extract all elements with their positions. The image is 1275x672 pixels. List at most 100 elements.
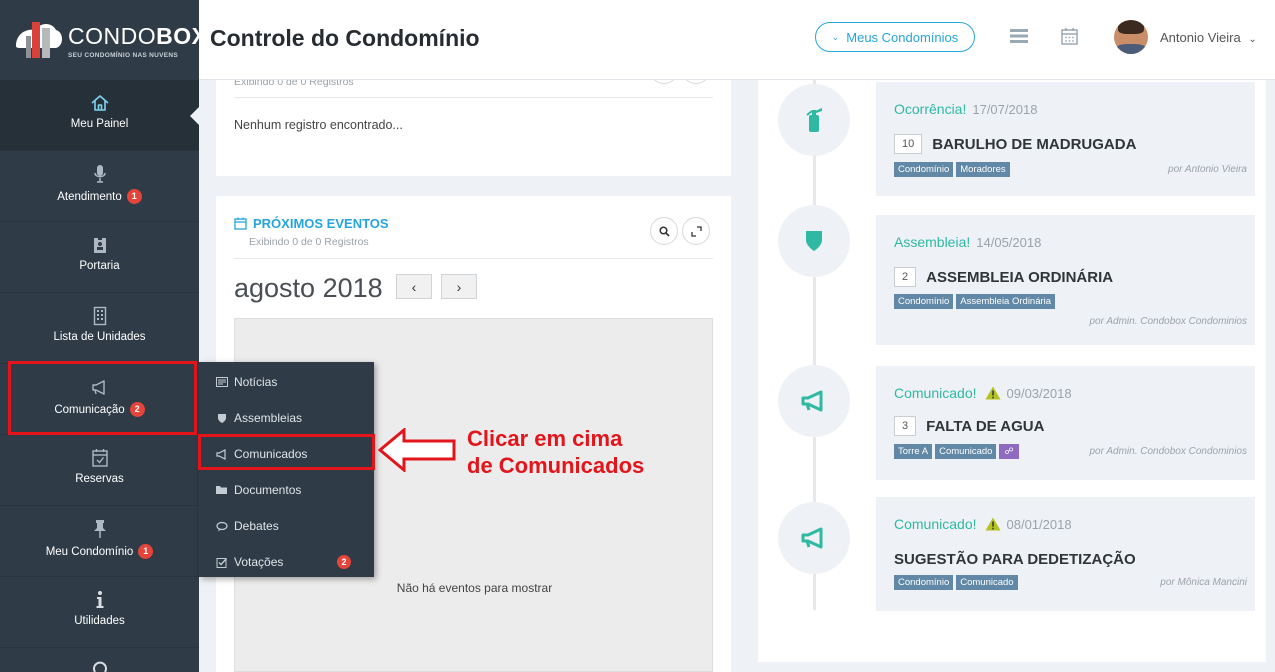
annotation-line: Clicar em cima xyxy=(467,426,623,451)
sidebar-item-portaria[interactable]: Portaria xyxy=(0,222,199,293)
notification-badge: 1 xyxy=(126,189,142,204)
search-icon xyxy=(658,225,670,237)
card-number: 10 xyxy=(894,134,923,154)
card-header: Assembleia! 14/05/2018 xyxy=(894,234,1041,250)
card-kind: Ocorrência! xyxy=(894,101,967,117)
no-events-text: Não há eventos para mostrar xyxy=(396,581,553,595)
page-title: Controle do Condomínio xyxy=(210,25,480,51)
tag[interactable]: Condomínio xyxy=(894,294,954,309)
card-title-text: SUGESTÃO PARA DEDETIZAÇÃO xyxy=(894,551,1136,568)
home-icon xyxy=(90,95,109,111)
sidebar-item-label: Portaria xyxy=(79,260,120,272)
timeline-card[interactable]: Comunicado! 08/01/2018 SUGESTÃO PARA DEDE… xyxy=(876,497,1255,611)
attachment-tag-icon[interactable]: ☍ xyxy=(999,444,1019,459)
card-number: 2 xyxy=(894,267,917,287)
timeline-marker xyxy=(778,502,850,574)
card-title[interactable]: 3 FALTA DE AGUA xyxy=(894,416,1044,436)
highlight-comunicacao xyxy=(8,361,197,435)
card-title[interactable]: 2 ASSEMBLEIA ORDINÁRIA xyxy=(894,267,1113,287)
id-badge-icon xyxy=(93,236,106,253)
tag[interactable]: Assembleia Ordinária xyxy=(956,294,1056,309)
sidebar-item-label: Meu Painel xyxy=(70,118,129,130)
sidebar-item-label: Atendimento xyxy=(57,190,122,203)
card-tags: Condomínio Moradores xyxy=(894,162,1010,177)
microphone-icon xyxy=(93,165,106,183)
user-name: Antonio Vieira xyxy=(1160,30,1241,45)
card-title[interactable]: 10 BARULHO DE MADRUGADA xyxy=(894,134,1136,154)
warning-icon xyxy=(985,517,1000,531)
tag[interactable]: Condomínio xyxy=(894,575,954,590)
divider xyxy=(234,258,713,259)
timeline-card[interactable]: Ocorrência! 17/07/2018 10 BARULHO DE MADRU… xyxy=(876,82,1255,196)
card-tags: Condomínio Comunicado xyxy=(894,575,1018,590)
megaphone-icon xyxy=(801,390,823,412)
shield-icon xyxy=(806,231,822,251)
expand-icon xyxy=(690,225,702,237)
refresh-icon xyxy=(92,661,107,672)
tag[interactable]: Condomínio xyxy=(894,162,954,177)
timeline-marker xyxy=(778,365,850,437)
meus-condominios-label: Meus Condomínios xyxy=(846,29,959,45)
timeline-marker xyxy=(778,205,850,277)
events-title-text: PRÓXIMOS EVENTOS xyxy=(253,216,389,231)
sidebar-item-lista-de-unidades[interactable]: Lista de Unidades xyxy=(0,293,199,364)
sidebar-item-meu-condominio[interactable]: Meu Condomínio 1 xyxy=(0,506,199,577)
timeline-card[interactable]: Comunicado! 09/03/2018 3 FALTA DE AGUA Tor… xyxy=(876,366,1255,480)
chevron-right-icon: › xyxy=(456,278,462,295)
tag[interactable]: Moradores xyxy=(956,162,1010,177)
sidebar-item-atendimento[interactable]: Atendimento 1 xyxy=(0,151,199,222)
list-view-icon[interactable] xyxy=(1010,28,1028,44)
submenu-label: Documentos xyxy=(234,483,302,497)
megaphone-icon xyxy=(801,527,823,549)
submenu-item-votacoes[interactable]: Votações 2 xyxy=(199,544,374,580)
user-menu[interactable]: Antonio Vieira ⌄ xyxy=(1160,30,1257,45)
card-kind: Assembleia! xyxy=(894,234,971,250)
events-count: Exibindo 0 de 0 Registros xyxy=(249,236,369,248)
tag[interactable]: Comunicado xyxy=(935,444,997,459)
calendar-next-button[interactable]: › xyxy=(441,274,477,299)
submenu-label: Assembleias xyxy=(234,411,303,425)
submenu-item-debates[interactable]: Debates xyxy=(199,508,374,544)
submenu-item-assembleias[interactable]: Assembleias xyxy=(199,400,374,436)
submenu-label: Votações xyxy=(234,555,284,569)
chevron-down-icon: ⌄ xyxy=(831,31,840,42)
sidebar-item-reservas[interactable]: Reservas xyxy=(0,435,199,506)
calendar-prev-button[interactable]: ‹ xyxy=(396,274,432,299)
fire-extinguisher-icon xyxy=(806,108,822,132)
sidebar-item-utilidades[interactable]: Utilidades xyxy=(0,577,199,648)
notification-badge: 1 xyxy=(138,544,154,559)
condobox-logo-icon xyxy=(16,22,62,58)
annotation-arrow-icon xyxy=(378,428,456,472)
card-tags: Torre A Comunicado ☍ xyxy=(894,444,1019,459)
events-expand-button[interactable] xyxy=(682,217,710,245)
card-title[interactable]: SUGESTÃO PARA DEDETIZAÇÃO xyxy=(894,551,1136,568)
meus-condominios-button[interactable]: ⌄ Meus Condomínios xyxy=(815,22,975,52)
card-date: 17/07/2018 xyxy=(972,102,1038,117)
app-logo[interactable]: CONDOBOX SEU CONDOMÍNIO NAS NUVENS xyxy=(0,0,207,80)
tag[interactable]: Comunicado xyxy=(956,575,1018,590)
calendar-month-title: agosto 2018 xyxy=(234,273,383,303)
top-header: CONDOBOX SEU CONDOMÍNIO NAS NUVENS Contr… xyxy=(0,0,1275,80)
submenu-item-noticias[interactable]: Notícias xyxy=(199,364,374,400)
tag[interactable]: Torre A xyxy=(894,444,933,459)
calendar-check-icon xyxy=(91,449,108,467)
user-avatar[interactable] xyxy=(1114,20,1148,54)
card-kind: Comunicado! xyxy=(894,385,977,401)
warning-icon xyxy=(985,386,1000,400)
annotation-text: Clicar em cima de Comunicados xyxy=(467,425,644,479)
timeline-marker xyxy=(778,84,850,156)
timeline-card[interactable]: Assembleia! 14/05/2018 2 ASSEMBLEIA ORDINÁ… xyxy=(876,215,1255,345)
pin-icon xyxy=(93,520,106,538)
card-title-text: FALTA DE AGUA xyxy=(926,417,1045,435)
events-title: PRÓXIMOS EVENTOS xyxy=(234,216,389,231)
submenu-item-documentos[interactable]: Documentos xyxy=(199,472,374,508)
card-date: 14/05/2018 xyxy=(976,235,1042,250)
checkbox-icon xyxy=(216,557,227,568)
sidebar-item-more[interactable] xyxy=(0,648,199,672)
card-date: 08/01/2018 xyxy=(1006,517,1072,532)
submenu-label: Notícias xyxy=(234,375,278,389)
sidebar-item-label: Lista de Unidades xyxy=(53,331,146,343)
calendar-icon[interactable] xyxy=(1061,27,1078,45)
sidebar-item-meu-painel[interactable]: Meu Painel xyxy=(0,80,199,151)
events-search-button[interactable] xyxy=(650,217,678,245)
